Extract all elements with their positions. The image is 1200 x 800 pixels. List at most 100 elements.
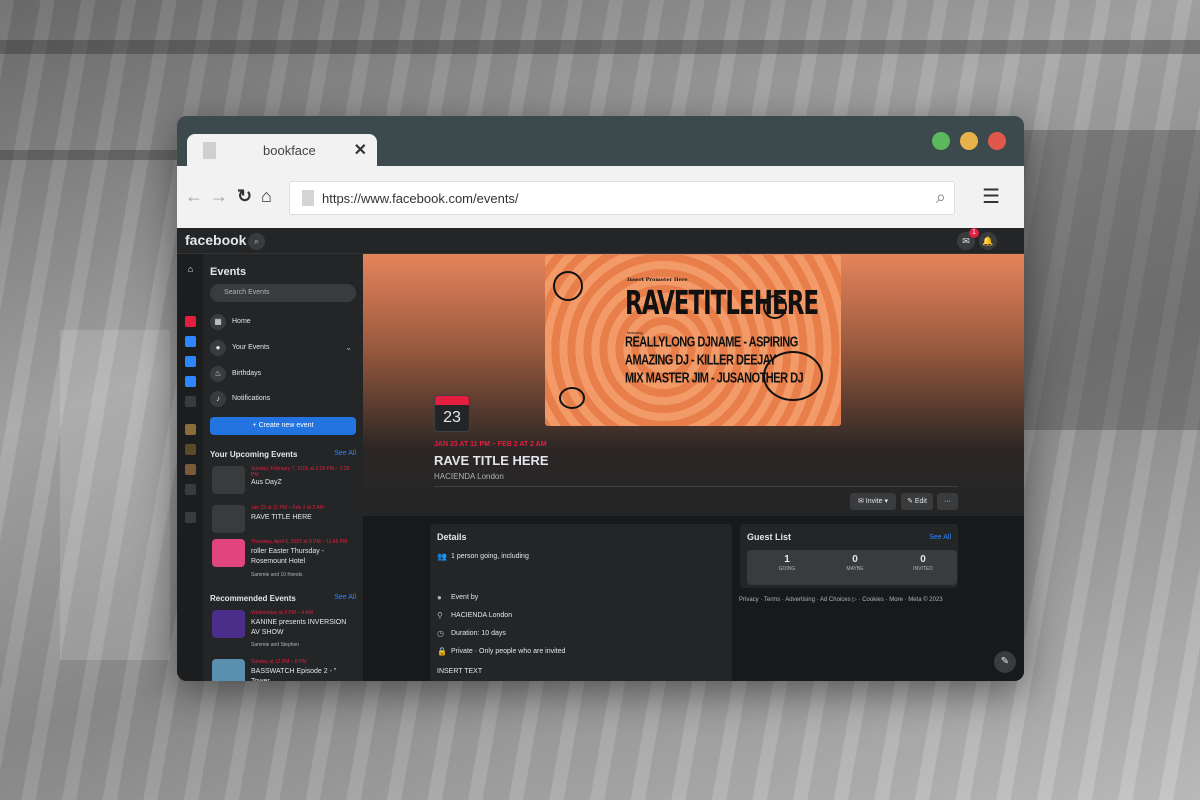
- tab-close-icon[interactable]: ✕: [354, 140, 367, 160]
- clock-icon: ◷: [437, 629, 444, 638]
- list-item[interactable]: Wednesday at 9 PM – 4 AM KANINE presents…: [212, 610, 358, 650]
- event-thumbnail: [212, 539, 245, 567]
- see-all-link[interactable]: See All: [334, 594, 356, 601]
- more-options-button[interactable]: ···: [937, 493, 958, 510]
- event-date: Thursday, April 6, 2023 at 9 PM – 11:45 …: [251, 539, 348, 545]
- calendar-grid-icon: ▦: [210, 314, 226, 330]
- guest-list-title: Guest List: [747, 532, 792, 542]
- detail-text: Event by: [451, 594, 479, 601]
- reload-icon[interactable]: ↻: [237, 186, 252, 207]
- shortcut-3-icon[interactable]: [185, 464, 196, 475]
- person-icon: ●: [210, 340, 226, 356]
- search-icon[interactable]: ⌕: [936, 187, 946, 208]
- person-icon: ●: [437, 593, 442, 602]
- event-by: ● Event by: [437, 593, 479, 602]
- url-text[interactable]: https://www.facebook.com/events/: [322, 191, 519, 206]
- sidebar-item-home[interactable]: ▦ Home: [210, 312, 356, 332]
- invited-stat[interactable]: 0 INVITED: [893, 554, 953, 572]
- list-item[interactable]: Sunday, February 7, 2106 at 2:28 PM – 2:…: [212, 466, 358, 498]
- groups-icon[interactable]: [185, 484, 196, 495]
- friends-icon[interactable]: [185, 356, 196, 367]
- bell-icon[interactable]: 🔔: [979, 232, 997, 250]
- facebook-page: facebook ⌕ ✉ 1 🔔 ⌂ Events Search Events ▦…: [177, 228, 1024, 681]
- stat-number: 0: [852, 554, 858, 565]
- page-icon: [203, 142, 216, 159]
- event-date: Jan 23 at 11 PM – Feb 2 at 2 AM: [251, 505, 324, 511]
- event-thumbnail: [212, 659, 245, 681]
- see-all-link[interactable]: See All: [334, 450, 356, 457]
- sidebar-title: Events: [210, 266, 247, 278]
- create-event-button[interactable]: + Create new event: [210, 417, 356, 435]
- privacy: 🔒 Private · Only people who are invited: [437, 647, 566, 656]
- detail-text: Duration: 10 days: [451, 630, 506, 637]
- stat-label: GOING: [778, 566, 796, 572]
- going-stat[interactable]: 1 GOING: [757, 554, 817, 572]
- edit-button[interactable]: ✎ Edit: [901, 493, 933, 510]
- browser-tab[interactable]: bookface ✕: [187, 134, 377, 168]
- see-all-link[interactable]: See All: [929, 534, 951, 541]
- address-bar[interactable]: https://www.facebook.com/events/ ⌕: [289, 181, 955, 215]
- details-title: Details: [437, 532, 467, 542]
- venue[interactable]: ⚲ HACIENDA London: [437, 611, 512, 620]
- cake-icon: ♨: [210, 366, 226, 382]
- list-item[interactable]: Thursday, April 6, 2023 at 9 PM – 11:45 …: [212, 539, 358, 583]
- event-name: roller Easter Thursday - Rosemount Hotel: [251, 548, 325, 565]
- left-icon-rail: ⌂: [177, 254, 203, 681]
- search-icon[interactable]: ⌕: [248, 233, 265, 250]
- invite-button[interactable]: ✉ Invite ▾: [850, 493, 896, 510]
- menu-grid-icon[interactable]: [185, 396, 196, 407]
- hamburger-menu-icon[interactable]: ☰: [982, 184, 1000, 209]
- search-events-input[interactable]: Search Events: [210, 284, 356, 302]
- pages-icon[interactable]: [185, 376, 196, 387]
- event-location[interactable]: HACIENDA London: [434, 472, 504, 481]
- bell-icon: ♪: [210, 391, 226, 407]
- calendar-date-icon: 23: [434, 395, 470, 432]
- compose-icon[interactable]: ✎: [994, 651, 1016, 673]
- event-friends: Sammie and 10 friends: [251, 572, 303, 578]
- stat-number: 0: [920, 554, 926, 565]
- upcoming-events-title: Your Upcoming Events: [210, 450, 298, 459]
- duration: ◷ Duration: 10 days: [437, 629, 506, 638]
- stat-label: MAYBE: [846, 566, 864, 572]
- shortcut-2-icon[interactable]: [185, 444, 196, 455]
- forward-arrow-icon[interactable]: →: [210, 186, 228, 207]
- event-date: Sunday, February 7, 2106 at 2:28 PM – 2:…: [251, 466, 350, 478]
- footer-links[interactable]: Privacy · Terms · Advertising · Ad Choic…: [739, 596, 943, 603]
- page-title: RAVE TITLE HERE: [434, 453, 549, 468]
- link-icon[interactable]: [185, 512, 196, 523]
- watch-icon[interactable]: [185, 336, 196, 347]
- events-icon[interactable]: [185, 316, 196, 327]
- list-item[interactable]: Sunday at 12 PM – 8 PM BASSWATCH Episode…: [212, 659, 358, 681]
- event-header: Insert Promoter Here RAVETITLEHERE featu…: [363, 254, 1024, 516]
- location-pin-icon: ⚲: [437, 611, 443, 620]
- minimize-button[interactable]: [960, 132, 978, 150]
- stat-number: 1: [784, 554, 790, 565]
- event-date: Sunday at 12 PM – 8 PM: [251, 659, 307, 665]
- home-icon[interactable]: ⌂: [185, 264, 196, 275]
- messenger-icon[interactable]: ✉ 1: [957, 228, 979, 250]
- sidebar-item-your-events[interactable]: ● Your Events ⌄: [210, 338, 356, 358]
- list-item[interactable]: Jan 23 at 11 PM – Feb 2 at 2 AM RAVE TIT…: [212, 505, 358, 537]
- sidebar-item-label: Notifications: [232, 395, 271, 402]
- facebook-logo[interactable]: facebook: [185, 232, 246, 248]
- guest-stats: 1 GOING 0 MAYBE 0 INVITED: [747, 550, 957, 585]
- event-name: KANINE presents INVERSION AV SHOW: [251, 619, 347, 636]
- back-arrow-icon[interactable]: ←: [185, 186, 203, 207]
- sidebar-item-notifications[interactable]: ♪ Notifications: [210, 389, 356, 409]
- chevron-down-icon[interactable]: ⌄: [345, 338, 352, 358]
- close-window-button[interactable]: [988, 132, 1006, 150]
- sidebar-item-birthdays[interactable]: ♨ Birthdays: [210, 364, 356, 384]
- recommended-events-title: Recommended Events: [210, 594, 296, 603]
- detail-text: 1 person going, including: [451, 553, 529, 560]
- event-main: Insert Promoter Here RAVETITLEHERE featu…: [363, 254, 1024, 681]
- shortcut-1-icon[interactable]: [185, 424, 196, 435]
- event-date-range: JAN 23 AT 11 PM – FEB 2 AT 2 AM: [434, 441, 547, 448]
- maximize-button[interactable]: [932, 132, 950, 150]
- maybe-stat[interactable]: 0 MAYBE: [825, 554, 885, 572]
- browser-toolbar: ← → ↻ ⌂ https://www.facebook.com/events/…: [177, 166, 1024, 228]
- home-icon[interactable]: ⌂: [261, 186, 272, 207]
- event-date: Wednesday at 9 PM – 4 AM: [251, 610, 313, 616]
- detail-text: Private · Only people who are invited: [451, 648, 566, 655]
- cover-lineup: REALLYLONG DJNAME - ASPIRING: [625, 335, 798, 351]
- cover-title: RAVETITLEHERE: [625, 285, 819, 323]
